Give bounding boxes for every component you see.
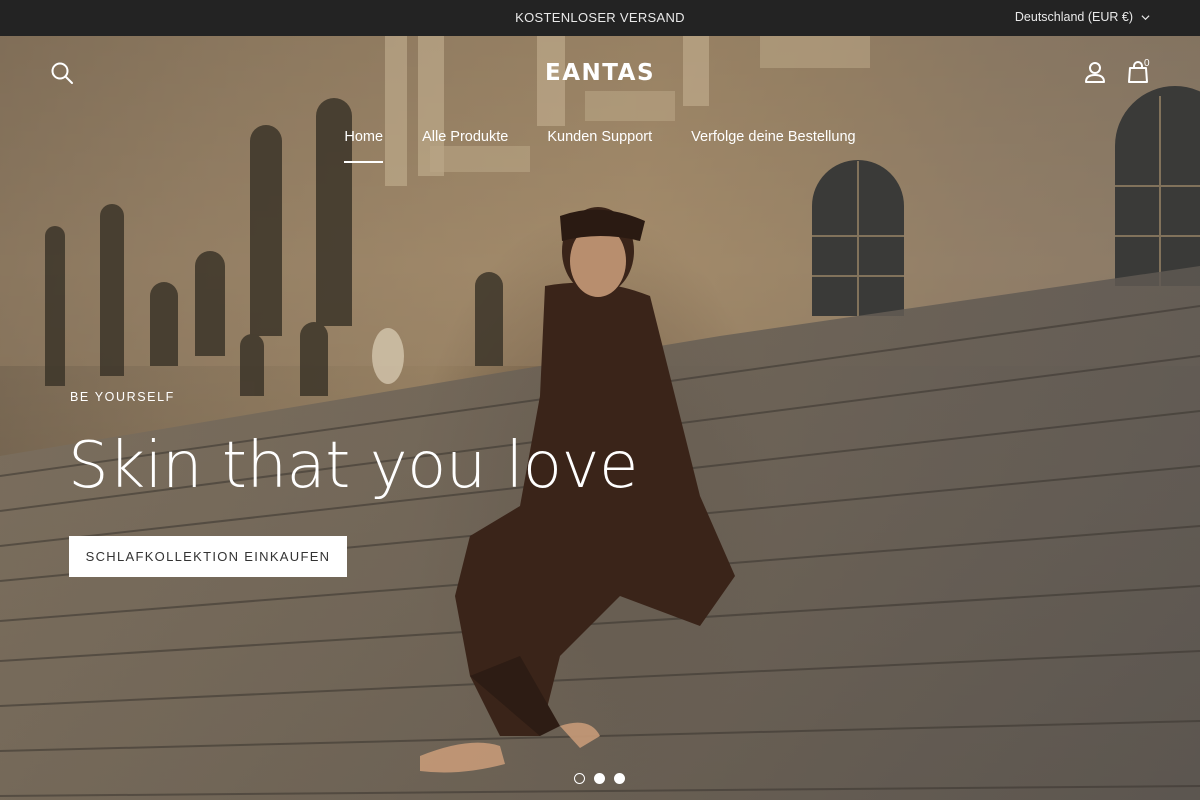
brand-logo[interactable]: EANTAS <box>0 60 1200 86</box>
slider-dot-1[interactable] <box>574 773 585 784</box>
cart-count-badge: 0 <box>1144 58 1150 69</box>
slider-dot-3[interactable] <box>614 773 625 784</box>
nav-item-track-order[interactable]: Verfolge deine Bestellung <box>691 129 855 163</box>
nav-item-customer-support[interactable]: Kunden Support <box>547 129 652 163</box>
hero-banner: EANTAS 0 Home Alle Produkte Kunden Suppo… <box>0 36 1200 800</box>
nav-item-home[interactable]: Home <box>344 129 383 163</box>
locale-label: Deutschland (EUR €) <box>1014 10 1133 24</box>
slider-dot-2[interactable] <box>594 773 605 784</box>
account-button[interactable] <box>1083 60 1107 84</box>
chevron-down-icon <box>1141 14 1150 20</box>
main-navigation: Home Alle Produkte Kunden Support Verfol… <box>0 129 1200 163</box>
nav-item-all-products[interactable]: Alle Produkte <box>422 129 508 163</box>
hero-eyebrow: BE YOURSELF <box>70 390 175 404</box>
user-icon <box>1085 62 1105 83</box>
shop-sleepwear-button[interactable]: SCHLAFKOLLEKTION EINKAUFEN <box>69 536 347 577</box>
hero-headline: Skin that you love <box>68 429 638 503</box>
locale-selector[interactable]: Deutschland (EUR €) <box>1015 10 1150 24</box>
slider-pagination <box>574 773 625 784</box>
announcement-bar: KOSTENLOSER VERSAND Deutschland (EUR €) <box>0 0 1200 36</box>
